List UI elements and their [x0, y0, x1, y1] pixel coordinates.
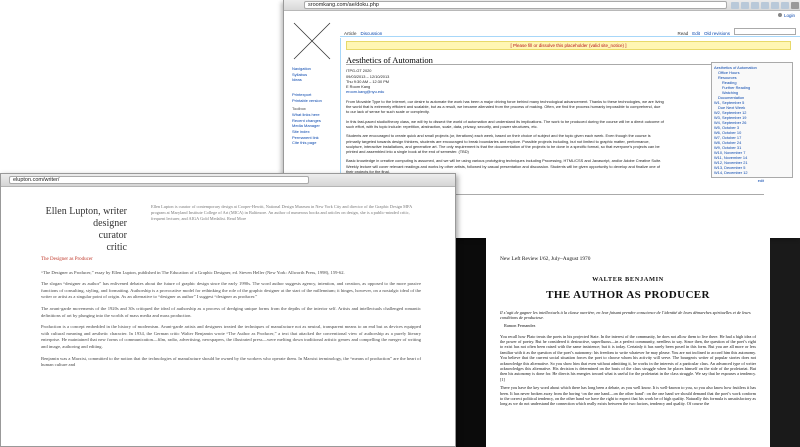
sidebar-item-printable[interactable]: Printable version	[292, 98, 338, 104]
site-logo[interactable]	[292, 21, 332, 61]
wiki-tabs: Article Discussion Read Edit Old revisio…	[340, 28, 800, 37]
table-of-contents: Aesthetics of Automation Office Hours Reso…	[711, 62, 793, 178]
browser-window-lupton[interactable]: elupton.com/writer/ Ellen Lupton, writer…	[0, 173, 456, 447]
user-icon	[777, 13, 782, 17]
epigraph-author: Ramon Fernandez	[504, 322, 536, 328]
paragraph: Students are encouraged to create quick …	[346, 133, 660, 155]
essay-paragraph: The avant-garde movements of the 1920s a…	[41, 305, 421, 318]
login-link[interactable]: Login	[784, 13, 795, 18]
tab-article[interactable]: Article	[344, 31, 357, 36]
browser-toolbar: sroomkang.com/ae/doku.php	[284, 0, 800, 11]
tab-discussion[interactable]: Discussion	[361, 31, 383, 36]
essay-body: The Designer as Producer “The Designer a…	[41, 257, 421, 374]
edit-section-link[interactable]: edit	[758, 178, 764, 183]
name-line[interactable]: curator	[41, 230, 127, 242]
name-line[interactable]: designer	[41, 218, 127, 230]
address-bar[interactable]: elupton.com/writer/	[9, 176, 309, 184]
sidebar-item-cite[interactable]: Cite this page	[292, 140, 338, 146]
extension-icon[interactable]	[781, 1, 789, 9]
essay-paragraph: “The Designer as Producer,” essay by Ell…	[41, 269, 345, 275]
toc-item[interactable]: W14, December 12	[714, 170, 790, 175]
document-paragraph: You recall how Plato treats the poets in…	[500, 333, 756, 382]
paragraph: In this fast-paced studio/theory class, …	[346, 118, 664, 129]
document-author: WALTER BENJAMIN	[592, 276, 664, 283]
paragraph: Basic knowledge in creative computing is…	[346, 158, 662, 175]
epigraph: Il s’agit de gagner les intellectuels à …	[500, 310, 751, 321]
extension-icon[interactable]	[731, 1, 739, 9]
author-bio: Ellen Lupton is curator of contemporary …	[151, 204, 412, 221]
document-page: New Left Review I/62, July–August 1970 W…	[500, 256, 756, 447]
course-info: ITPG-GT 2020 09/03/2013 – 12/10/2013 Thu…	[346, 68, 664, 94]
article-body: ITPG-GT 2020 09/03/2013 – 12/10/2013 Thu…	[346, 68, 664, 174]
essay-paragraph: The slogan “designer as author” has enli…	[41, 281, 421, 300]
wiki-sidebar: Navigation Syllabus Ideas Printexport Pr…	[292, 66, 338, 146]
essay-paragraph: Production is a concept embedded in the …	[41, 324, 421, 349]
extension-icon[interactable]	[761, 1, 769, 9]
paragraph: From Movable Type to the Internet, our d…	[346, 98, 664, 115]
menu-icon[interactable]	[791, 1, 799, 9]
document-viewer[interactable]: New Left Review I/62, July–August 1970 W…	[486, 238, 770, 447]
document-body: You recall how Plato treats the poets in…	[500, 334, 756, 407]
instructor-email[interactable]: eroom.kang@nyu.edu	[346, 89, 664, 94]
document-paragraph: There you have the key word about which …	[500, 385, 756, 407]
address-bar[interactable]: sroomkang.com/ae/doku.php	[304, 1, 727, 9]
name-line[interactable]: Ellen Lupton, writer	[41, 206, 127, 218]
tab-edit[interactable]: Edit	[692, 31, 700, 36]
tab-read[interactable]: Read	[677, 31, 688, 36]
name-line[interactable]: critic	[41, 242, 127, 254]
extension-icon[interactable]	[741, 1, 749, 9]
tab-old-revisions[interactable]: Old revisions	[704, 31, 730, 36]
desktop-edge	[770, 238, 800, 447]
sidebar-item-ideas[interactable]: Ideas	[292, 77, 338, 83]
document-title: THE AUTHOR AS PRODUCER	[546, 289, 710, 301]
personal-tools: Login	[284, 11, 800, 19]
extension-icon[interactable]	[751, 1, 759, 9]
site-name: Ellen Lupton, writer designer curator cr…	[41, 206, 127, 254]
extension-icon[interactable]	[771, 1, 779, 9]
essay-title: The Designer as Producer	[41, 257, 93, 262]
site-notice: [ Please fill or dissolve this placehold…	[346, 41, 791, 50]
search-input[interactable]	[734, 28, 796, 35]
journal-citation: New Left Review I/62, July–August 1970	[500, 256, 591, 262]
browser-toolbar: elupton.com/writer/	[1, 174, 455, 187]
essay-paragraph: Benjamin was a Marxist, committed to the…	[41, 355, 421, 368]
